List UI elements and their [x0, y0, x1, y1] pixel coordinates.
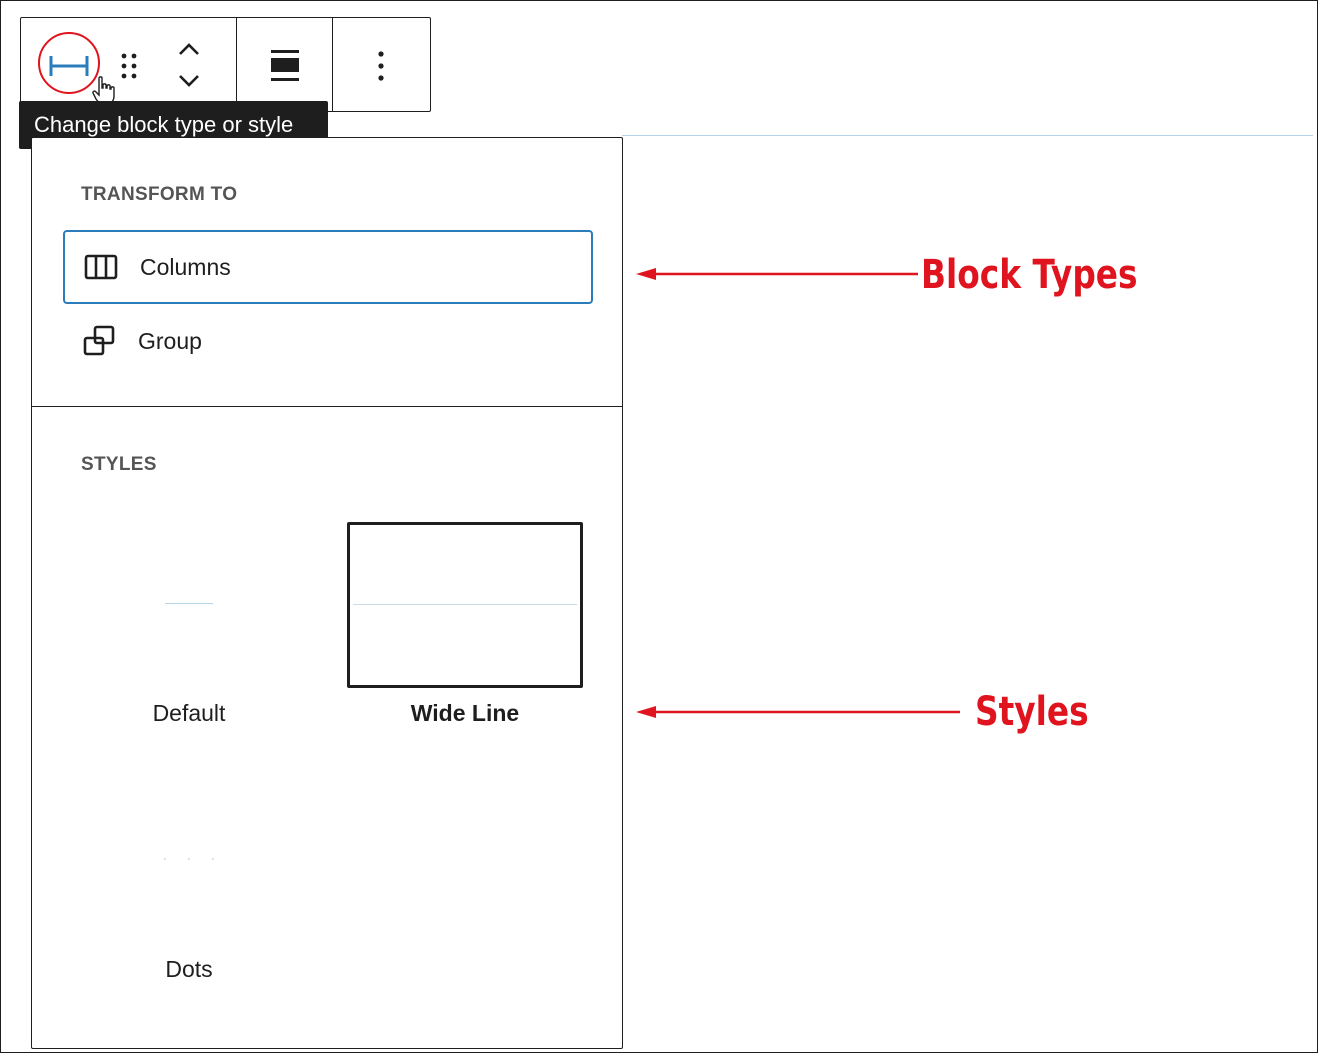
- style-option-default[interactable]: Default: [71, 522, 307, 732]
- columns-icon: [84, 250, 118, 284]
- styles-section-title: STYLES: [81, 454, 157, 475]
- transform-section-title: TRANSFORM TO: [81, 184, 238, 205]
- highlight-circle: [38, 32, 100, 94]
- block-types-annotation: Block Types: [921, 252, 1138, 298]
- options-icon: [378, 51, 384, 81]
- dots-preview: [163, 857, 215, 861]
- style-preview-wide-line: [347, 522, 583, 688]
- align-icon: [271, 50, 299, 81]
- separator-block-line: [622, 135, 1313, 136]
- style-label: Dots: [165, 956, 213, 982]
- transform-item-columns[interactable]: Columns: [63, 230, 593, 304]
- styles-annotation: Styles: [975, 689, 1089, 735]
- style-label: Wide Line: [410, 700, 520, 726]
- style-preview-dots: [71, 778, 307, 944]
- group-icon: [82, 324, 116, 358]
- transform-item-label: Group: [138, 327, 202, 354]
- move-down-icon: [179, 75, 199, 87]
- options-button[interactable]: [357, 44, 405, 88]
- style-option-wide-line[interactable]: Wide Line: [347, 522, 583, 732]
- toolbar-group-options: [333, 18, 430, 111]
- styles-arrow: [636, 706, 960, 718]
- move-up-button[interactable]: [169, 36, 209, 62]
- drag-handle-icon: [121, 53, 137, 79]
- style-preview-default: [71, 522, 307, 688]
- align-button[interactable]: [257, 44, 313, 88]
- wide-line-preview: [353, 604, 577, 605]
- toolbar-group-align: [237, 18, 333, 111]
- block-switcher-dropdown: TRANSFORM TO Columns Group STYLES Defaul…: [31, 137, 623, 1049]
- transform-item-label: Columns: [140, 253, 231, 280]
- style-label: Default: [152, 700, 226, 726]
- short-line-preview: [165, 603, 213, 604]
- panel-divider: [32, 406, 622, 407]
- block-types-arrow: [636, 268, 918, 280]
- style-option-dots[interactable]: Dots: [71, 778, 307, 988]
- move-down-button[interactable]: [169, 68, 209, 94]
- move-up-icon: [179, 43, 199, 55]
- transform-item-group[interactable]: Group: [63, 304, 593, 378]
